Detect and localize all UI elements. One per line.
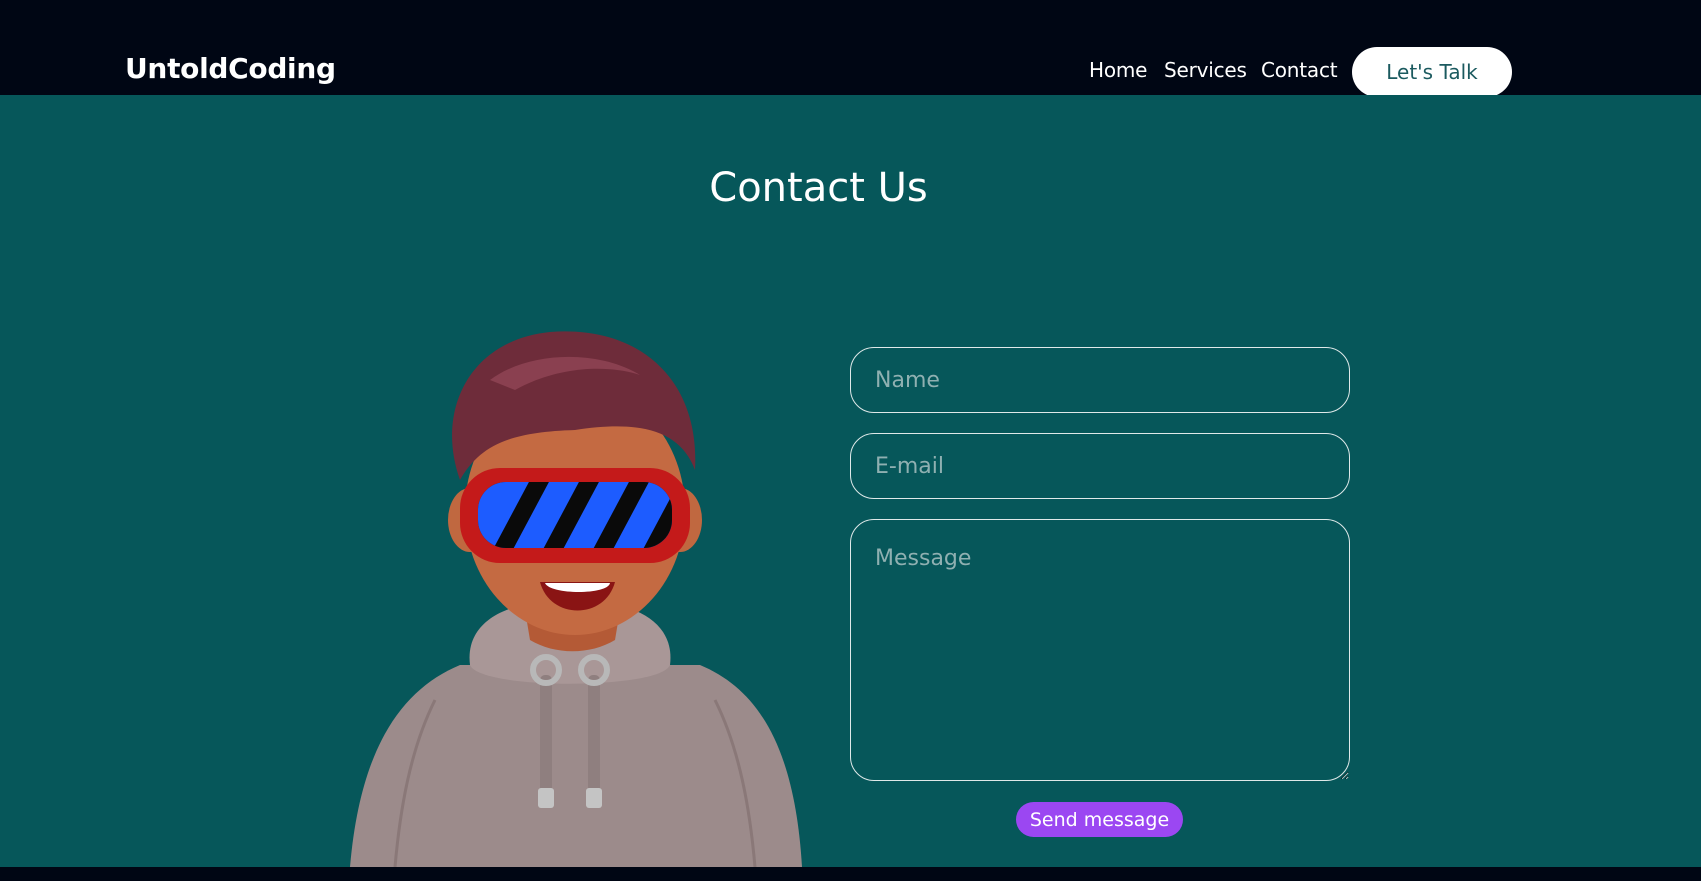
contact-section: Contact Us Name E-mail Message Send mess… [0, 95, 1701, 867]
name-input[interactable] [850, 347, 1350, 413]
nav-link-contact[interactable]: Contact [1261, 58, 1338, 82]
page-title: Contact Us [709, 165, 928, 211]
top-navbar: UntoldCoding Home Services Contact Let's… [0, 0, 1701, 97]
brand-logo[interactable]: UntoldCoding [125, 52, 336, 85]
email-input[interactable] [850, 433, 1350, 499]
message-textarea[interactable] [850, 519, 1350, 781]
nav-link-services[interactable]: Services [1164, 58, 1247, 82]
avatar-image [350, 331, 802, 867]
nav-link-home[interactable]: Home [1089, 58, 1147, 82]
send-message-button[interactable]: Send message [1016, 802, 1183, 837]
lets-talk-button[interactable]: Let's Talk [1352, 47, 1512, 97]
